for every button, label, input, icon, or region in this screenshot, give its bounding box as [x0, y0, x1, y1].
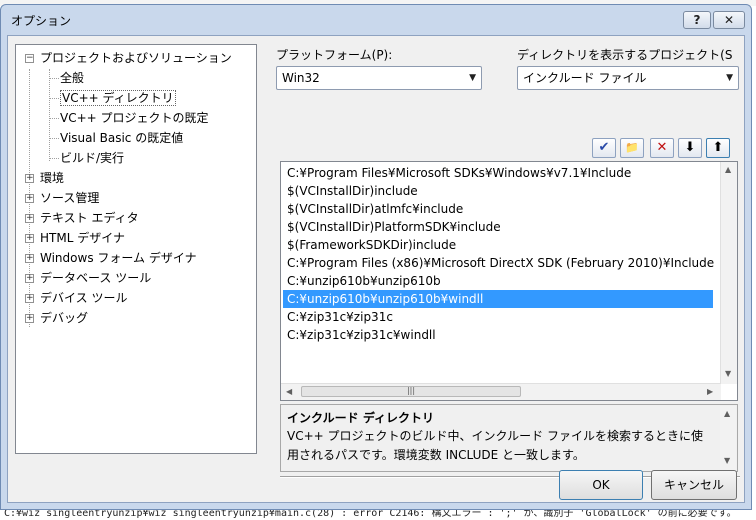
platform-select[interactable]: Win32 ▼	[276, 66, 482, 90]
tree-item-category[interactable]: テキスト エディタ	[40, 209, 139, 227]
delete-icon: ✕	[656, 140, 668, 155]
tree-item-label: HTML デザイナ	[40, 231, 125, 245]
ok-button[interactable]: OK	[559, 470, 643, 500]
delete-button[interactable]: ✕	[650, 138, 674, 158]
directory-list-item[interactable]: $(FrameworkSDKDir)include	[283, 236, 713, 254]
scroll-down-icon[interactable]: ▼	[724, 456, 730, 465]
tree-item-label: VC++ ディレクトリ	[60, 90, 176, 106]
tree-item-category[interactable]: Windows フォーム デザイナ	[40, 249, 197, 267]
new-folder-icon: 📁	[625, 141, 639, 154]
expand-icon[interactable]: +	[25, 214, 34, 223]
vertical-scrollbar[interactable]: ▲ ▼	[720, 162, 737, 384]
scroll-up-icon[interactable]: ▲	[725, 165, 731, 174]
description-scrollbar[interactable]: ▲ ▼	[720, 406, 736, 470]
tree-item-child[interactable]: VC++ ディレクトリ	[60, 89, 176, 107]
tree-line	[49, 158, 59, 159]
tree-item-category[interactable]: デバッグ	[40, 309, 88, 327]
tree-line	[49, 118, 59, 119]
description-text: VC++ プロジェクトのビルド中、インクルード ファイルを検索するときに使用され…	[287, 429, 703, 462]
directory-list-item[interactable]: C:¥unzip610b¥unzip610b¥windll	[283, 290, 713, 308]
check-icon: ✔	[598, 140, 610, 155]
directory-list-item[interactable]: C:¥Program Files (x86)¥Microsoft DirectX…	[283, 254, 714, 272]
platform-value: Win32	[282, 71, 320, 85]
directory-list-item[interactable]: $(VCInstallDir)PlatformSDK¥include	[283, 218, 713, 236]
horizontal-scrollbar[interactable]: ◀ ||| ▶	[281, 383, 721, 400]
dialog-client-area: − プロジェクトおよびソリューション 全般 VC++ ディレクトリ VC++ プロジ…	[7, 35, 745, 503]
arrow-up-icon: ⬆	[712, 140, 724, 155]
tree-item-label: ビルド/実行	[60, 151, 125, 165]
tree-item-label: VC++ プロジェクトの既定	[60, 111, 209, 125]
tree-item-label: ソース管理	[40, 191, 100, 205]
dialog-title: オプション	[11, 14, 72, 28]
tree-item-child[interactable]: VC++ プロジェクトの既定	[60, 109, 209, 127]
tree-item-label: Visual Basic の既定値	[60, 131, 184, 145]
directory-list-item[interactable]: C:¥zip31c¥zip31c	[283, 308, 713, 326]
tree-item-child[interactable]: Visual Basic の既定値	[60, 129, 183, 147]
move-up-button[interactable]: ⬆	[706, 138, 730, 158]
tree-item-label: デバイス ツール	[40, 291, 128, 305]
expand-icon[interactable]: +	[25, 234, 34, 243]
tree-item-category[interactable]: HTML デザイナ	[40, 229, 125, 247]
tree-item-projects-solutions[interactable]: プロジェクトおよびソリューション	[40, 49, 232, 67]
platform-label: プラットフォーム(P):	[276, 48, 393, 62]
directory-list[interactable]: C:¥Program Files¥Microsoft SDKs¥Windows¥…	[280, 161, 738, 401]
close-button[interactable]: ✕	[713, 11, 745, 29]
directory-list-item[interactable]: C:¥zip31c¥zip31c¥windll	[283, 326, 713, 344]
tree-item-label: Windows フォーム デザイナ	[40, 251, 197, 265]
tree-item-label: デバッグ	[40, 311, 89, 325]
expand-icon[interactable]: +	[25, 314, 34, 323]
directory-list-item[interactable]: $(VCInstallDir)atlmfc¥include	[283, 200, 713, 218]
directory-for-value: インクルード ファイル	[523, 71, 647, 85]
tree-item-child[interactable]: ビルド/実行	[60, 149, 124, 167]
chevron-down-icon: ▼	[726, 73, 733, 83]
tree-item-category[interactable]: 環境	[40, 169, 64, 187]
title-bar[interactable]: オプション ? ✕	[1, 5, 751, 33]
tree-item-child[interactable]: 全般	[60, 69, 84, 87]
directory-list-item[interactable]: C:¥unzip610b¥unzip610b	[283, 272, 713, 290]
collapse-icon[interactable]: −	[25, 54, 34, 63]
new-line-button[interactable]: 📁	[620, 138, 644, 158]
tree-line	[49, 138, 59, 139]
tree-item-label: 環境	[40, 171, 65, 185]
scroll-up-icon[interactable]: ▲	[724, 409, 730, 418]
tree-item-label: データベース ツール	[40, 271, 152, 285]
tree-item-category[interactable]: ソース管理	[40, 189, 99, 207]
directory-list-item[interactable]: C:¥Program Files¥Microsoft SDKs¥Windows¥…	[283, 164, 713, 182]
scroll-right-icon[interactable]: ▶	[707, 387, 713, 396]
close-icon: ✕	[723, 13, 735, 27]
cancel-button[interactable]: キャンセル	[651, 470, 737, 500]
expand-icon[interactable]: +	[25, 294, 34, 303]
options-tree[interactable]: − プロジェクトおよびソリューション 全般 VC++ ディレクトリ VC++ プロジ…	[15, 44, 257, 454]
expand-icon[interactable]: +	[25, 274, 34, 283]
chevron-down-icon: ▼	[469, 73, 476, 83]
description-title: インクルード ディレクトリ	[287, 411, 434, 425]
scroll-thumb[interactable]: |||	[301, 386, 521, 397]
tree-item-category[interactable]: データベース ツール	[40, 269, 151, 287]
directory-for-label: ディレクトリを表示するプロジェクト(S	[517, 48, 733, 62]
tree-line	[49, 98, 59, 99]
tree-item-category[interactable]: デバイス ツール	[40, 289, 127, 307]
tree-line	[49, 78, 59, 79]
directory-list-item[interactable]: $(VCInstallDir)include	[283, 182, 713, 200]
tree-line	[49, 69, 50, 161]
arrow-down-icon: ⬇	[684, 140, 696, 155]
tree-item-label: 全般	[60, 71, 85, 85]
expand-icon[interactable]: +	[25, 254, 34, 263]
check-path-button[interactable]: ✔	[592, 138, 616, 158]
scroll-left-icon[interactable]: ◀	[286, 387, 292, 396]
options-dialog: オプション ? ✕ − プロジェクトおよびソリューション 全般 VC++ ディレク…	[0, 4, 752, 510]
expand-icon[interactable]: +	[25, 194, 34, 203]
directory-for-select[interactable]: インクルード ファイル ▼	[517, 66, 739, 90]
expand-icon[interactable]: +	[25, 174, 34, 183]
tree-item-label: テキスト エディタ	[40, 211, 139, 225]
scroll-down-icon[interactable]: ▼	[725, 369, 731, 378]
help-button[interactable]: ?	[683, 11, 711, 29]
description-panel: インクルード ディレクトリ VC++ プロジェクトのビルド中、インクルード ファ…	[280, 404, 738, 472]
move-down-button[interactable]: ⬇	[678, 138, 702, 158]
